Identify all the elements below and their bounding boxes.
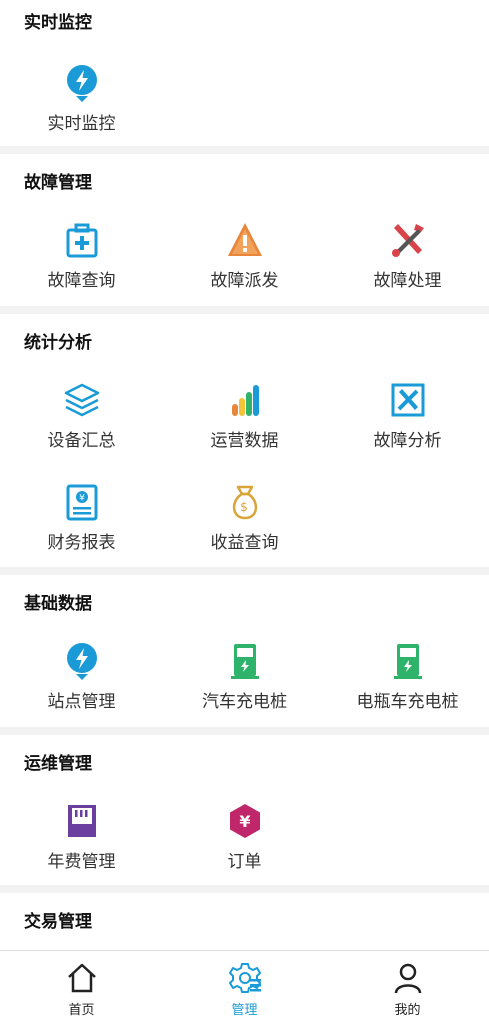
section-trade-management: 交易管理 [0, 893, 489, 953]
financial-report-label: 财务报表 [47, 533, 116, 553]
home-icon [67, 963, 96, 993]
tab-manage[interactable]: 管理 [163, 951, 326, 1019]
warning-triangle-icon [227, 223, 262, 256]
fault-analysis-label: 故障分析 [373, 431, 442, 451]
section-base-data: 基础数据 站点管理 汽车充电桩 电瓶车充电桩 [0, 575, 489, 727]
fault-handle-label: 故障处理 [373, 271, 442, 291]
tab-home[interactable]: 首页 [0, 951, 163, 1019]
section-title: 统计分析 [24, 333, 92, 353]
svg-text:¥: ¥ [239, 812, 250, 831]
tab-mine-label: 我的 [394, 1003, 421, 1018]
order-label: 订单 [227, 852, 262, 872]
tab-mine[interactable]: 我的 [326, 951, 489, 1019]
money-bag-icon: $ [232, 485, 257, 520]
equipment-summary-label: 设备汇总 [47, 431, 116, 451]
section-title: 运维管理 [24, 754, 92, 774]
section-statistics: 统计分析 设备汇总 运营数据 故障分析 ¥ 财务报表 $ 收益查询 [0, 314, 489, 567]
operation-data-button[interactable]: 运营数据 [163, 380, 326, 451]
car-charger-button[interactable]: 汽车充电桩 [163, 641, 326, 712]
site-management-label: 站点管理 [47, 692, 116, 712]
ebike-charger-button[interactable]: 电瓶车充电桩 [326, 641, 489, 712]
fault-analysis-button[interactable]: 故障分析 [326, 380, 489, 451]
fault-handle-button[interactable]: 故障处理 [326, 220, 489, 291]
fault-query-button[interactable]: 故障查询 [0, 220, 163, 291]
annual-fee-button[interactable]: 年费管理 [0, 801, 163, 872]
layers-icon [64, 383, 99, 417]
revenue-query-label: 收益查询 [210, 533, 279, 553]
site-management-button[interactable]: 站点管理 [0, 641, 163, 712]
svg-text:$: $ [240, 500, 248, 514]
lightning-pin-icon [66, 643, 97, 680]
svg-text:¥: ¥ [79, 494, 85, 504]
fault-query-label: 故障查询 [47, 271, 116, 291]
charging-pile-icon [393, 644, 422, 679]
order-button[interactable]: ¥ 订单 [163, 801, 326, 872]
first-aid-box-icon [66, 223, 97, 258]
sd-card-icon [67, 805, 96, 837]
tab-manage-label: 管理 [231, 1003, 258, 1018]
revenue-query-button[interactable]: $ 收益查询 [163, 482, 326, 553]
section-title: 故障管理 [24, 173, 92, 193]
lightning-pin-icon [66, 65, 97, 102]
realtime-monitor-label: 实时监控 [47, 114, 116, 134]
car-charger-label: 汽车充电桩 [202, 692, 287, 712]
yuan-hexagon-icon: ¥ [229, 804, 260, 838]
section-title: 交易管理 [24, 912, 92, 932]
bar-chart-icon [231, 385, 259, 416]
tools-cross-icon [391, 224, 424, 257]
section-fault-management: 故障管理 故障查询 故障派发 故障处理 [0, 154, 489, 306]
tab-home-label: 首页 [68, 1003, 95, 1018]
section-ops-management: 运维管理 年费管理 ¥ 订单 [0, 735, 489, 885]
tools-box-icon [391, 383, 424, 417]
ebike-charger-label: 电瓶车充电桩 [356, 692, 459, 712]
bottom-tab-bar: 首页 管理 我的 [0, 950, 489, 1019]
equipment-summary-button[interactable]: 设备汇总 [0, 380, 163, 451]
financial-report-button[interactable]: ¥ 财务报表 [0, 482, 163, 553]
annual-fee-label: 年费管理 [47, 852, 116, 872]
section-title: 实时监控 [24, 13, 92, 33]
gear-list-icon [228, 963, 261, 993]
operation-data-label: 运营数据 [210, 431, 279, 451]
user-icon [394, 963, 421, 994]
yuan-document-icon: ¥ [66, 484, 97, 521]
fault-dispatch-button[interactable]: 故障派发 [163, 220, 326, 291]
fault-dispatch-label: 故障派发 [210, 271, 279, 291]
section-title: 基础数据 [24, 594, 92, 614]
charging-pile-icon [230, 644, 259, 679]
realtime-monitor-button[interactable]: 实时监控 [0, 63, 163, 134]
section-realtime-monitor: 实时监控 实时监控 [0, 0, 489, 146]
